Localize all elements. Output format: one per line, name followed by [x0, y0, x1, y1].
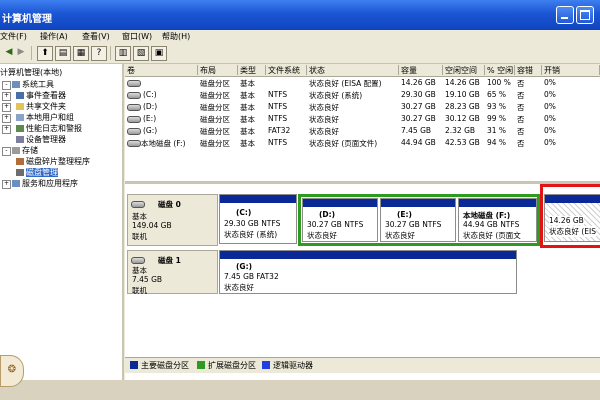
partition-d[interactable]: (D:) 30.27 GB NTFS 状态良好: [302, 198, 378, 242]
menu-window[interactable]: 窗口(W): [122, 31, 152, 42]
tools-icon: [12, 81, 20, 88]
expand-toggle[interactable]: +: [2, 180, 11, 189]
properties-icon[interactable]: ▦: [73, 46, 89, 61]
disk-icon: [127, 90, 143, 99]
partition-e[interactable]: (E:) 30.27 GB NTFS 状态良好: [380, 198, 456, 242]
disk-name: 磁盘 0: [158, 200, 181, 209]
list-header: 卷 布局 类型 文件系统 状态 容量 空闲空间 % 空闲 容错 开销: [125, 64, 600, 77]
disk-name: 磁盘 1: [158, 256, 181, 265]
table-row[interactable]: (D:) 磁盘分区 基本 NTFS 状态良好 30.27 GB 28.23 GB…: [125, 102, 600, 113]
view-top-icon[interactable]: ▥: [115, 46, 131, 61]
defrag-icon: [16, 158, 24, 165]
tree-item-shared-folders[interactable]: 共享文件夹: [16, 101, 66, 112]
tree-item-services-apps[interactable]: 服务和应用程序: [12, 178, 78, 189]
disk-icon: [131, 199, 147, 208]
show-hide-tree-icon[interactable]: ▤: [55, 46, 71, 61]
folder-icon: [16, 103, 24, 110]
disk-management-icon: [16, 169, 24, 176]
column-header-capacity[interactable]: 容量: [399, 65, 443, 75]
tree-item-disk-management[interactable]: 磁盘管理: [16, 167, 58, 178]
disk-size: 7.45 GB: [132, 275, 163, 284]
table-row[interactable]: 本地磁盘 (F:) 磁盘分区 基本 NTFS 状态良好 (页面文件) 44.94…: [125, 138, 600, 149]
watermark-logo: ❂: [0, 355, 24, 387]
collapse-toggle[interactable]: -: [2, 147, 11, 156]
tree-item-event-viewer[interactable]: 事件查看器: [16, 90, 66, 101]
disk-1-header[interactable]: 磁盘 1 基本 7.45 GB 联机: [127, 250, 218, 295]
column-header-volume[interactable]: 卷: [125, 65, 198, 75]
column-header-fs[interactable]: 文件系统: [266, 65, 307, 75]
maximize-button[interactable]: [576, 6, 594, 24]
partition-f[interactable]: 本地磁盘 (F:) 44.94 GB NTFS 状态良好 (页面文: [458, 198, 537, 242]
computer-management-window: 计算机管理 文件(F) 操作(A) 查看(V) 窗口(W) 帮助(H) ◀ ▶ …: [0, 0, 600, 380]
column-header-fault-tolerance[interactable]: 容错: [515, 65, 542, 75]
partition-eisa[interactable]: 14.26 GB 状态良好 (EIS: [544, 194, 600, 242]
column-header-free[interactable]: 空闲空间: [443, 65, 485, 75]
menu-bar: 文件(F) 操作(A) 查看(V) 窗口(W) 帮助(H): [0, 30, 600, 43]
menu-action[interactable]: 操作(A): [40, 31, 68, 42]
legend-label-logical: 逻辑驱动器: [273, 361, 313, 370]
tree-item-local-users[interactable]: 本地用户和组: [16, 112, 74, 123]
expand-toggle[interactable]: +: [2, 103, 11, 112]
tree-item-defrag[interactable]: 磁盘碎片整理程序: [16, 156, 90, 167]
partition-c[interactable]: (C:) 29.30 GB NTFS 状态良好 (系统): [219, 194, 297, 244]
disk-icon: [127, 114, 143, 123]
column-header-type[interactable]: 类型: [238, 65, 266, 75]
tree-item-performance-logs[interactable]: 性能日志和警报: [16, 123, 82, 134]
device-manager-icon: [16, 136, 24, 143]
column-header-status[interactable]: 状态: [307, 65, 399, 75]
partition-legend: 主要磁盘分区 扩展磁盘分区 逻辑驱动器: [125, 357, 600, 373]
expand-toggle[interactable]: +: [2, 125, 11, 134]
expand-toggle[interactable]: +: [2, 92, 11, 101]
disk-icon: [127, 102, 143, 111]
column-header-layout[interactable]: 布局: [198, 65, 238, 75]
table-row[interactable]: (G:) 磁盘分区 基本 FAT32 状态良好 7.45 GB 2.32 GB …: [125, 126, 600, 137]
legend-label-extended: 扩展磁盘分区: [208, 361, 256, 370]
title-bar: 计算机管理: [0, 0, 600, 30]
volume-list: 卷 布局 类型 文件系统 状态 容量 空闲空间 % 空闲 容错 开销 磁盘分区 …: [125, 64, 600, 181]
toolbar: ◀ ▶ ⬆ ▤ ▦ ? ▥ ▧ ▣: [0, 43, 600, 64]
disk-0-header[interactable]: 磁盘 0 基本 149.04 GB 联机: [127, 194, 218, 246]
tree-item-storage[interactable]: 存储: [12, 145, 38, 156]
disk-graphical-view: 磁盘 0 基本 149.04 GB 联机 (C:) 29.30 GB NTFS …: [125, 184, 600, 380]
menu-help[interactable]: 帮助(H): [162, 31, 190, 42]
menu-view[interactable]: 查看(V): [82, 31, 110, 42]
help-icon[interactable]: ?: [91, 46, 107, 61]
legend-swatch-logical: [262, 361, 270, 369]
event-viewer-icon: [16, 92, 24, 99]
legend-swatch-primary: [130, 361, 138, 369]
desktop-background: [0, 380, 600, 400]
services-icon: [12, 180, 20, 187]
disk-icon: [127, 78, 143, 87]
legend-label-primary: 主要磁盘分区: [141, 361, 189, 370]
table-row[interactable]: 磁盘分区 基本 状态良好 (EISA 配置) 14.26 GB 14.26 GB…: [125, 78, 600, 89]
collapse-toggle[interactable]: -: [2, 81, 11, 90]
console-tree: 计算机管理(本地) - 系统工具 + 事件查看器 + 共享文件夹 + 本地用户和…: [0, 64, 124, 380]
table-row[interactable]: (C:) 磁盘分区 基本 NTFS 状态良好 (系统) 29.30 GB 19.…: [125, 90, 600, 101]
expand-toggle[interactable]: +: [2, 114, 11, 123]
users-icon: [16, 114, 24, 121]
tree-item-device-manager[interactable]: 设备管理器: [16, 134, 66, 145]
disk-size: 149.04 GB: [132, 221, 172, 230]
disk-icon: [127, 126, 143, 135]
settings-icon[interactable]: ▣: [151, 46, 167, 61]
tree-item-system-tools[interactable]: 系统工具: [12, 79, 54, 90]
disk-state: 联机: [132, 286, 147, 295]
tree-item-root[interactable]: 计算机管理(本地): [0, 67, 62, 78]
partition-g[interactable]: (G:) 7.45 GB FAT32 状态良好: [219, 250, 517, 294]
performance-icon: [16, 125, 24, 132]
window-title: 计算机管理: [2, 14, 52, 25]
view-bottom-icon[interactable]: ▧: [133, 46, 149, 61]
menu-file[interactable]: 文件(F): [0, 31, 27, 42]
storage-icon: [12, 147, 20, 154]
column-header-overhead[interactable]: 开销: [542, 65, 600, 75]
up-level-icon[interactable]: ⬆: [37, 46, 53, 61]
forward-arrow-icon[interactable]: ▶: [14, 46, 28, 59]
disk-icon: [131, 255, 147, 264]
column-header-pct[interactable]: % 空闲: [485, 65, 515, 75]
disk-state: 联机: [132, 232, 147, 241]
minimize-button[interactable]: [556, 6, 574, 24]
table-row[interactable]: (E:) 磁盘分区 基本 NTFS 状态良好 30.27 GB 30.12 GB…: [125, 114, 600, 125]
legend-swatch-extended: [197, 361, 205, 369]
